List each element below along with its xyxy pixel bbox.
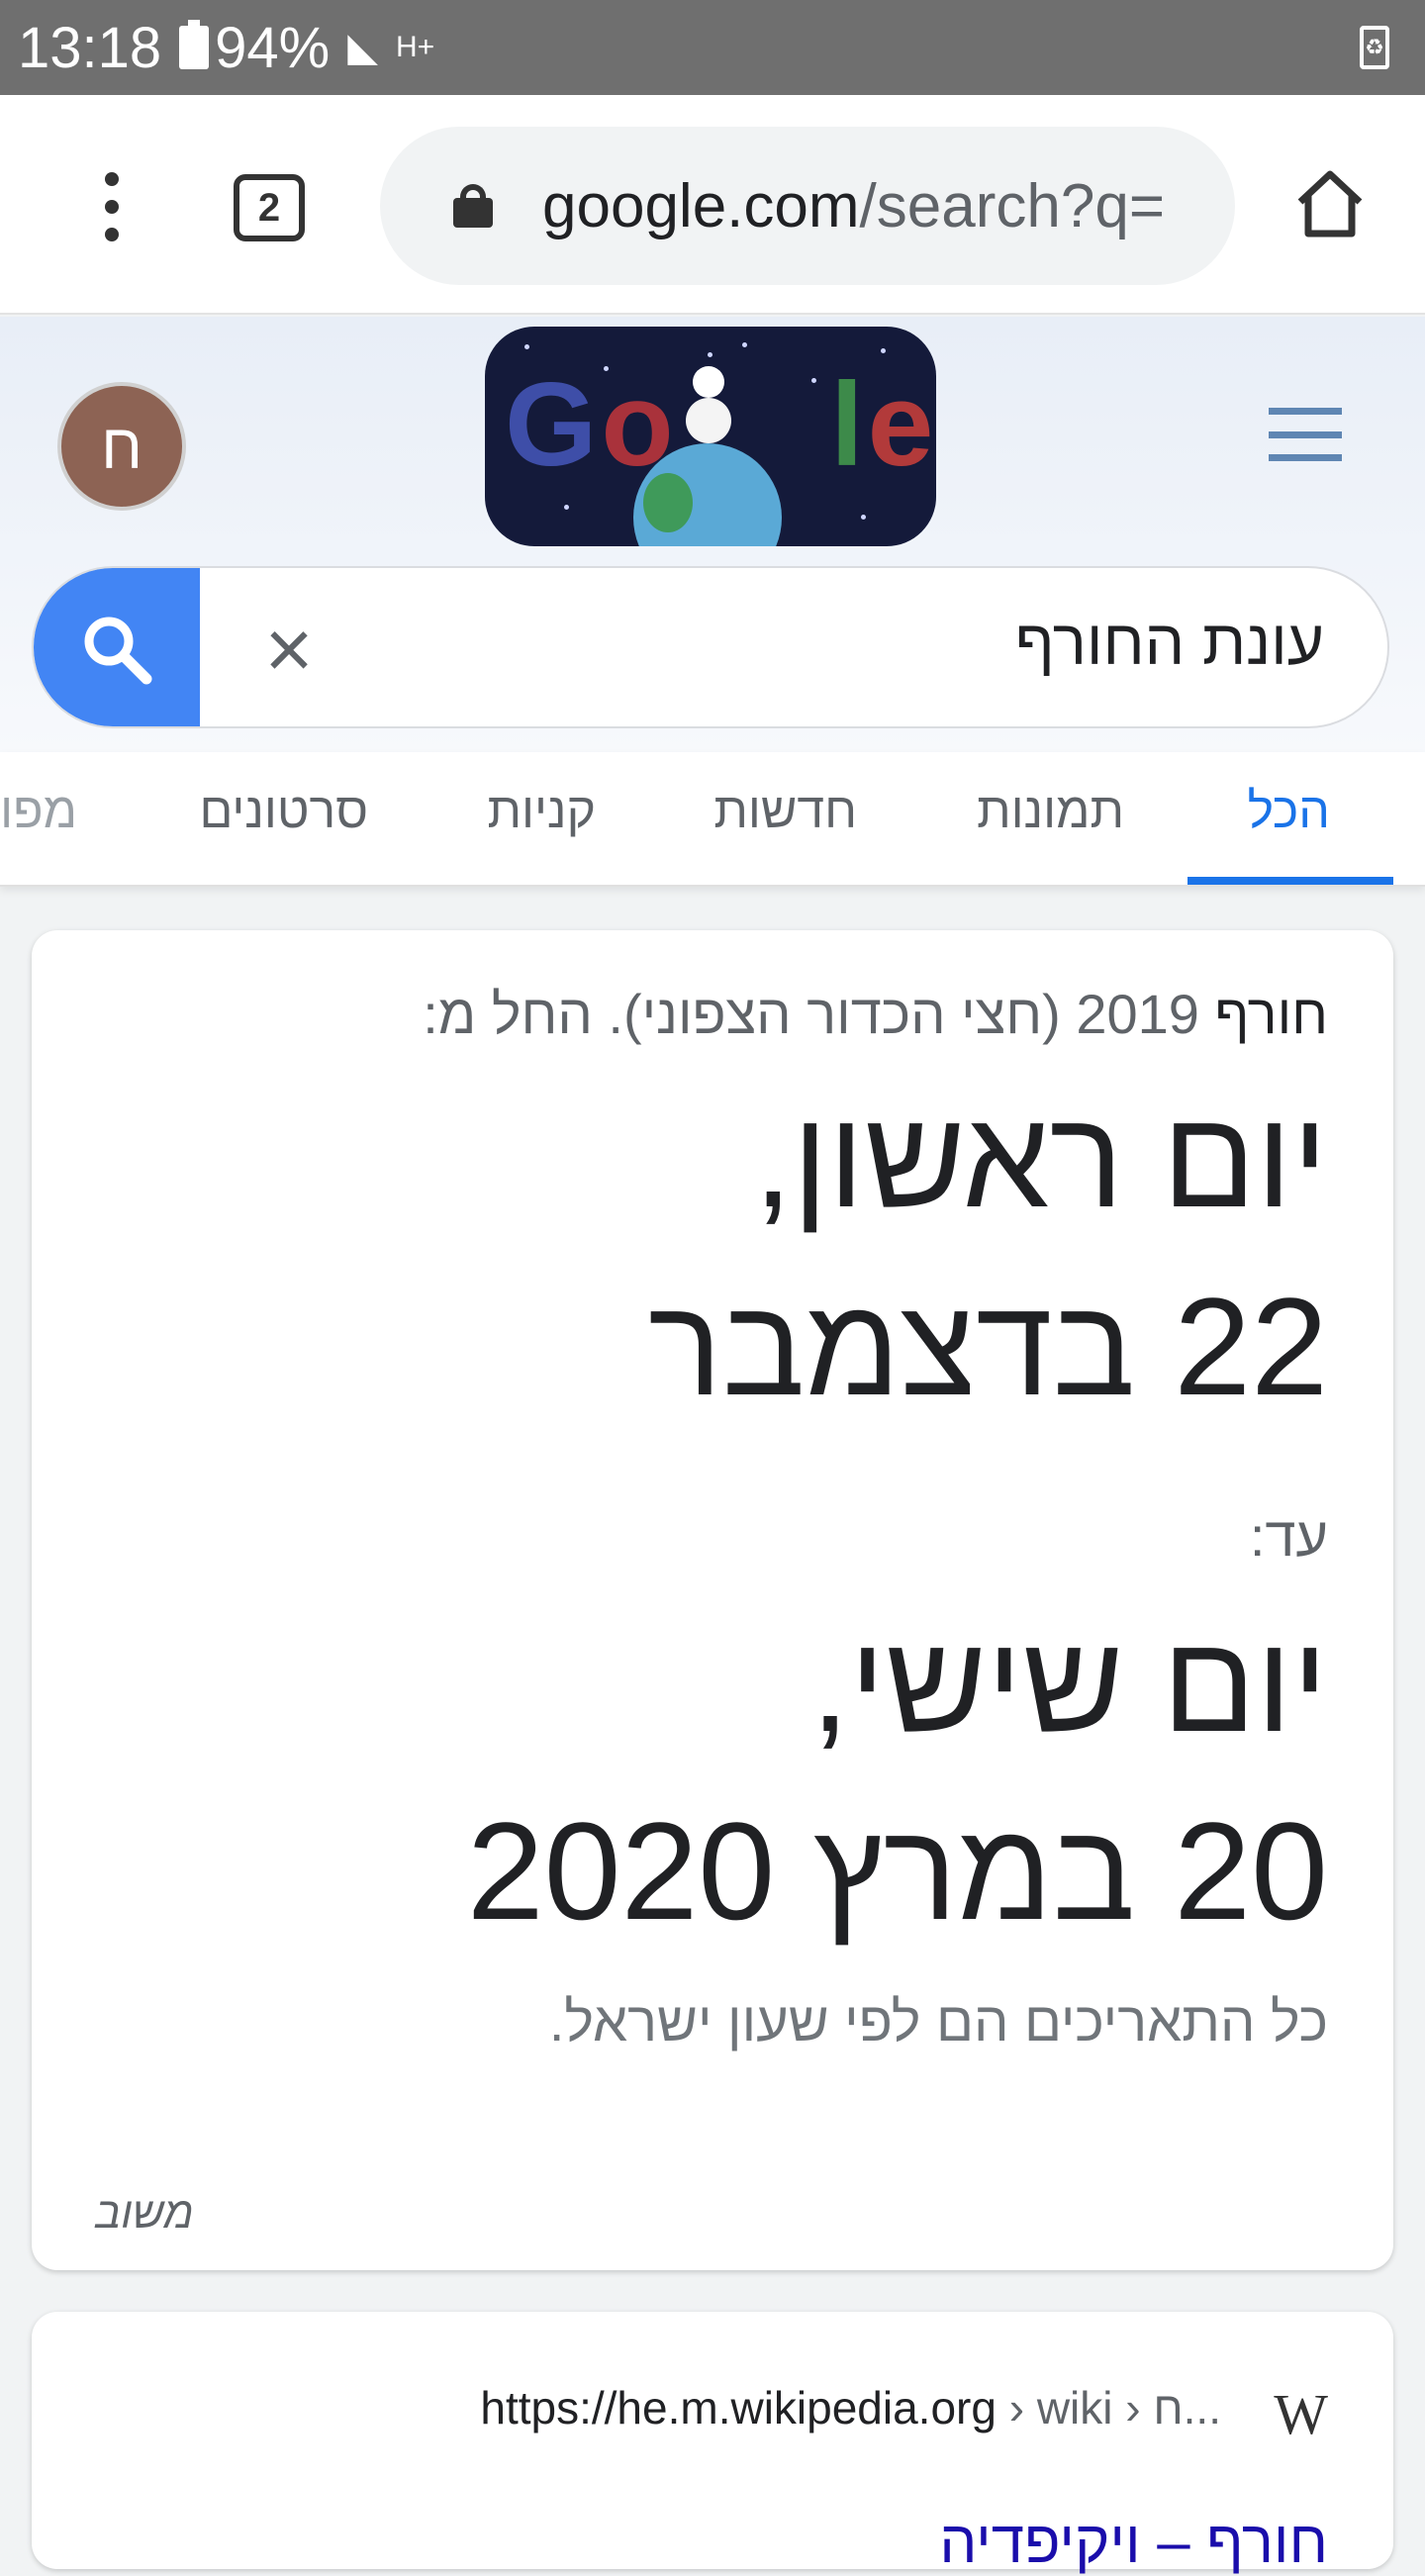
search-tabs: הכל תמונות חדשות קניות סרטונים מפו: [0, 752, 1425, 887]
battery-indicator: 94%: [179, 15, 330, 81]
result-url-host: https://he.m.wikipedia.org: [480, 2382, 997, 2433]
clear-search-icon[interactable]: ×: [251, 608, 327, 691]
result-url: https://he.m.wikipedia.org › wiki › ח...: [480, 2381, 1221, 2434]
address-bar[interactable]: google.com/search?q=: [380, 127, 1235, 285]
start-weekday: יום ראשון,: [753, 1081, 1328, 1236]
network-type: H+: [396, 31, 435, 63]
hamburger-menu-icon[interactable]: [1269, 408, 1342, 461]
google-doodle[interactable]: Google: [485, 327, 936, 546]
season-name: חורף: [1214, 983, 1328, 1045]
avatar[interactable]: ח: [57, 382, 186, 511]
result-title-link[interactable]: חורף – ויקיפדיה: [939, 2508, 1328, 2576]
tab-maps[interactable]: מפו: [0, 782, 77, 839]
home-icon[interactable]: [1290, 164, 1370, 243]
search-input[interactable]: עונת החורף: [1015, 606, 1324, 679]
tab-all[interactable]: הכל: [1248, 782, 1330, 839]
battery-icon: [179, 20, 210, 69]
result-breadcrumbs: › wiki › ח...: [1008, 2382, 1221, 2433]
timezone-note: כל התאריכים הם לפי שעון ישראל.: [548, 1990, 1328, 2052]
feedback-link[interactable]: משוב: [95, 2189, 194, 2239]
clock: 13:18: [18, 15, 162, 80]
active-tab-indicator: [1188, 877, 1393, 885]
until-label: עד:: [1249, 1505, 1328, 1568]
search-button[interactable]: [34, 568, 200, 726]
battery-percent: 94%: [215, 15, 331, 80]
notification-area: ♻: [1360, 26, 1389, 69]
start-date: 22 בדצמבר: [648, 1269, 1328, 1424]
url-host: google.com: [542, 171, 860, 240]
tab-shopping[interactable]: קניות: [488, 782, 596, 839]
browser-toolbar: 2 google.com/search?q=: [0, 95, 1425, 315]
url-path: /search?q=: [859, 171, 1166, 240]
status-bar: 13:18 94% ◣ H+ ♻: [0, 0, 1425, 95]
season-start-label: חורף 2019 (חצי הכדור הצפוני). החל מ:: [423, 982, 1328, 1046]
search-box[interactable]: × עונת החורף: [32, 566, 1389, 728]
overflow-menu-icon[interactable]: [87, 172, 137, 241]
search-icon: [84, 617, 152, 685]
tab-images[interactable]: תמונות: [977, 782, 1124, 839]
tab-news[interactable]: חדשות: [713, 782, 857, 839]
answer-card: חורף 2019 (חצי הכדור הצפוני). החל מ: יום…: [32, 930, 1393, 2270]
end-date: 20 במרץ 2020: [466, 1793, 1328, 1949]
season-year: 2019 (חצי הכדור הצפוני). החל מ:: [423, 983, 1199, 1045]
lock-icon: [451, 184, 495, 228]
tab-switcher-button[interactable]: 2: [234, 174, 305, 241]
end-weekday: יום שישי,: [810, 1605, 1328, 1761]
wikipedia-logo-icon: W: [1274, 2382, 1328, 2446]
search-result[interactable]: W https://he.m.wikipedia.org › wiki › ח.…: [32, 2312, 1393, 2575]
google-header: ח Google × עונת החורף: [0, 317, 1425, 752]
tab-videos[interactable]: סרטונים: [200, 782, 368, 839]
signal-icon: ◣: [347, 26, 379, 69]
snowman-illustration: [686, 398, 731, 443]
recycle-icon: ♻: [1360, 26, 1389, 69]
